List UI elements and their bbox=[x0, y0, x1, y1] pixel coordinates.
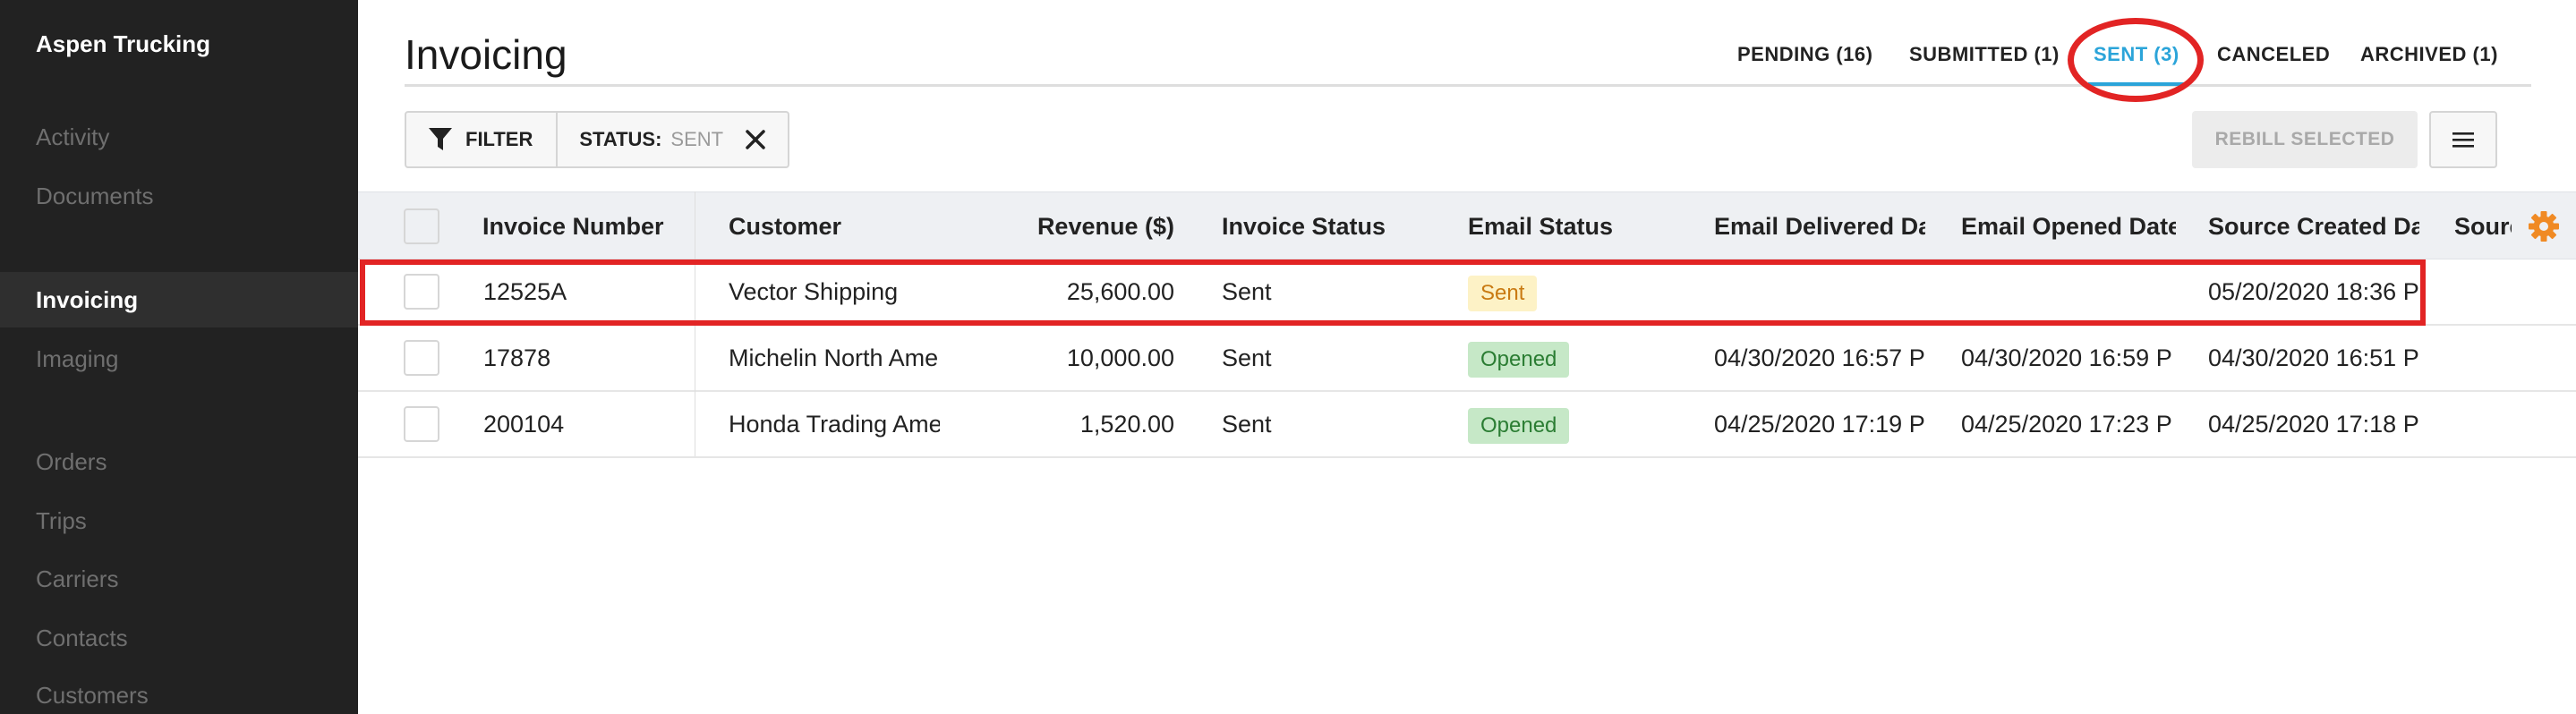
revenue-cell: 10,000.00 bbox=[1066, 344, 1174, 371]
row-checkbox[interactable] bbox=[404, 340, 439, 376]
table-header: Invoice Number Customer Revenue ($) Invo… bbox=[358, 191, 2576, 259]
column-email-status[interactable]: Email Status bbox=[1468, 192, 1701, 260]
sidebar-item-orders[interactable]: Orders bbox=[0, 434, 358, 489]
column-source[interactable]: Sourc bbox=[2454, 192, 2512, 260]
invoice-number-cell[interactable]: 17878 bbox=[483, 326, 689, 390]
column-source-created-date[interactable]: Source Created Da bbox=[2208, 192, 2419, 260]
filter-button[interactable]: FILTER bbox=[406, 113, 559, 166]
tab-pending[interactable]: PENDING (16) bbox=[1737, 43, 1872, 66]
sidebar-item-contacts[interactable]: Contacts bbox=[0, 610, 358, 666]
sidebar-item-activity[interactable]: Activity bbox=[0, 109, 358, 165]
status-filter-key: STATUS: bbox=[579, 128, 662, 150]
filter-icon bbox=[429, 128, 452, 150]
gear-icon[interactable] bbox=[2528, 210, 2560, 242]
close-icon[interactable] bbox=[745, 129, 766, 150]
customer-cell: Michelin North Ame bbox=[729, 344, 939, 371]
status-filter-value: SENT bbox=[670, 128, 724, 150]
sidebar-item-documents[interactable]: Documents bbox=[0, 168, 358, 224]
column-invoice-status[interactable]: Invoice Status bbox=[1222, 192, 1454, 260]
table-row[interactable]: 200104 Honda Trading Ame 1,520.00 Sent O… bbox=[358, 392, 2576, 458]
sidebar-item-imaging[interactable]: Imaging bbox=[0, 331, 358, 387]
invoice-status-cell: Sent bbox=[1222, 411, 1272, 438]
column-invoice-number[interactable]: Invoice Number bbox=[482, 192, 697, 260]
filter-bar: FILTER STATUS: SENT bbox=[405, 111, 790, 168]
table-row[interactable]: 17878 Michelin North Ame 10,000.00 Sent … bbox=[358, 326, 2576, 392]
status-tabs: PENDING (16) SUBMITTED (1) SENT (3) CANC… bbox=[358, 43, 2576, 79]
column-email-opened-date[interactable]: Email Opened Date bbox=[1961, 192, 2176, 260]
app-name: Aspen Trucking bbox=[36, 30, 211, 57]
filter-button-label: FILTER bbox=[465, 128, 533, 150]
sidebar-item-trips[interactable]: Trips bbox=[0, 493, 358, 548]
rebill-selected-button[interactable]: REBILL SELECTED bbox=[2192, 111, 2418, 168]
column-revenue[interactable]: Revenue ($) bbox=[940, 192, 1174, 260]
email-delivered-cell: 04/30/2020 16:57 P bbox=[1714, 344, 1925, 371]
source-created-cell: 04/30/2020 16:51 P bbox=[2208, 344, 2419, 371]
email-opened-cell: 04/25/2020 17:23 P bbox=[1961, 411, 2172, 438]
sidebar-item-invoicing[interactable]: Invoicing bbox=[0, 272, 358, 327]
revenue-cell: 1,520.00 bbox=[1079, 411, 1174, 438]
annotation-row-highlight bbox=[360, 259, 2426, 326]
select-all-checkbox[interactable] bbox=[404, 208, 439, 244]
source-created-cell: 04/25/2020 17:18 P bbox=[2208, 411, 2419, 438]
sidebar-item-carriers[interactable]: Carriers bbox=[0, 551, 358, 607]
invoice-number-cell[interactable]: 200104 bbox=[483, 392, 689, 456]
column-customer[interactable]: Customer bbox=[729, 192, 943, 260]
status-filter-chip: STATUS: SENT bbox=[558, 113, 788, 166]
main-content: Invoicing PENDING (16) SUBMITTED (1) SEN… bbox=[358, 0, 2576, 714]
invoice-status-cell: Sent bbox=[1222, 344, 1272, 371]
email-status-badge: Opened bbox=[1468, 342, 1570, 378]
row-checkbox[interactable] bbox=[404, 406, 439, 442]
customer-cell: Honda Trading Ame bbox=[729, 411, 940, 438]
email-opened-cell: 04/30/2020 16:59 P bbox=[1961, 344, 2172, 371]
tab-submitted[interactable]: SUBMITTED (1) bbox=[1909, 43, 2060, 66]
sidebar-item-customers[interactable]: Customers bbox=[0, 667, 358, 714]
tab-archived[interactable]: ARCHIVED (1) bbox=[2360, 43, 2498, 66]
title-divider bbox=[405, 84, 2531, 87]
annotation-circle bbox=[2068, 18, 2204, 102]
sidebar: Aspen Trucking Activity Documents Invoic… bbox=[0, 0, 358, 714]
tab-canceled[interactable]: CANCELED bbox=[2217, 43, 2330, 66]
email-delivered-cell: 04/25/2020 17:19 P bbox=[1714, 411, 1925, 438]
email-status-badge: Opened bbox=[1468, 408, 1570, 444]
grid-menu-button[interactable] bbox=[2429, 111, 2497, 168]
column-email-delivered-date[interactable]: Email Delivered Da bbox=[1714, 192, 1925, 260]
hamburger-menu-icon bbox=[2452, 132, 2474, 148]
